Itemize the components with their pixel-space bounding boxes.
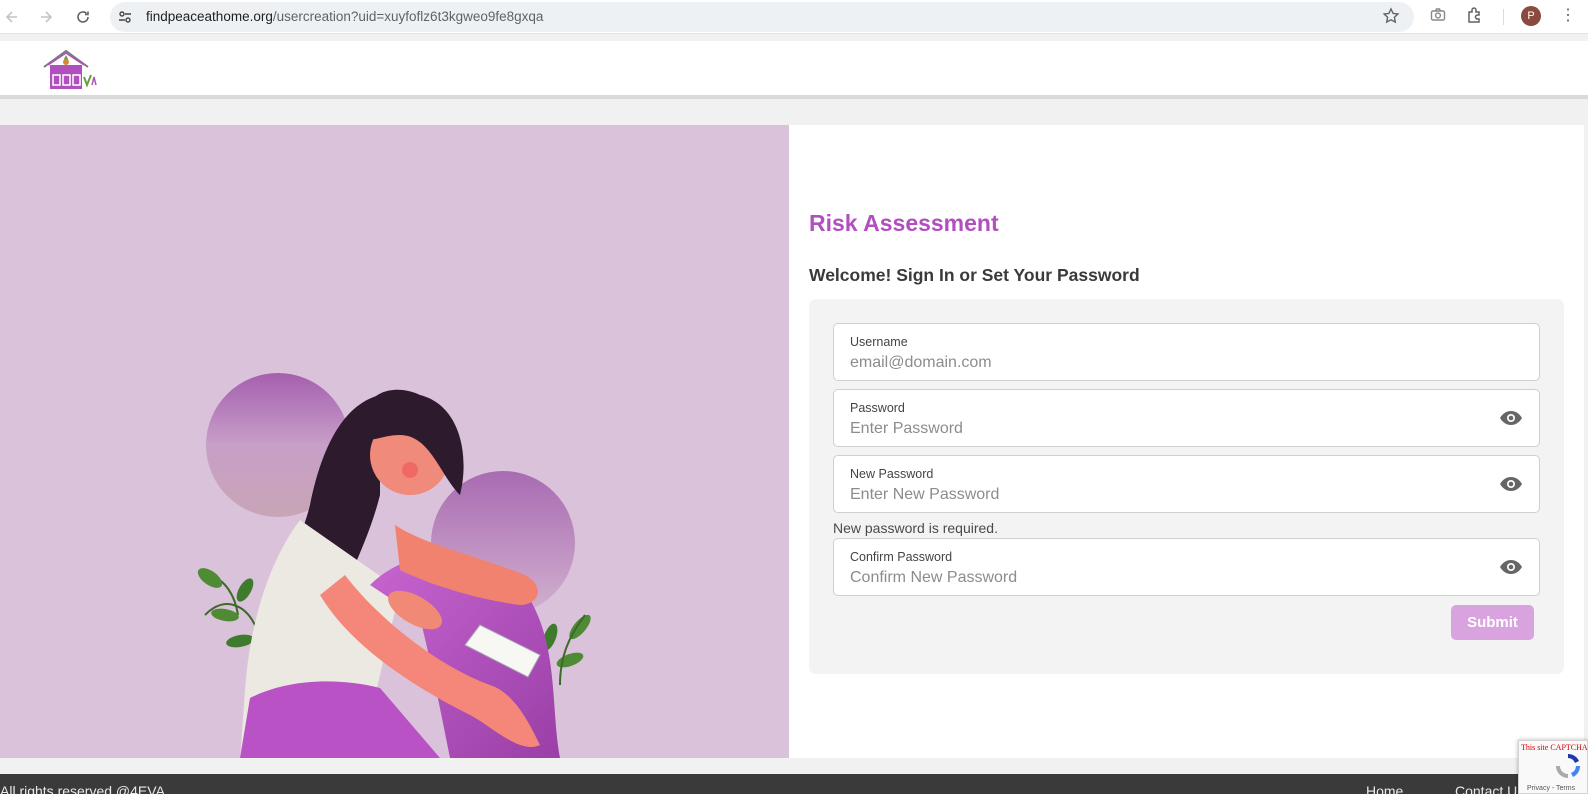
password-label: Password: [850, 401, 905, 415]
address-bar[interactable]: findpeaceathome.org/usercreation?uid=xuy…: [110, 2, 1414, 32]
extensions-icon[interactable]: [1466, 6, 1484, 29]
sign-in-panel: Risk Assessment Welcome! Sign In or Set …: [789, 125, 1584, 758]
footer-link-home[interactable]: Home: [1366, 783, 1403, 794]
password-form: Username Password New Password New passw…: [809, 299, 1564, 674]
logo[interactable]: [42, 49, 98, 91]
url-domain: findpeaceathome.org: [146, 9, 273, 24]
footer: [0, 774, 1588, 794]
confirm-password-label: Confirm Password: [850, 550, 953, 564]
password-input[interactable]: [850, 418, 1470, 440]
camera-icon[interactable]: [1430, 7, 1446, 28]
new-password-label: New Password: [850, 467, 934, 481]
hero-illustration-panel: [0, 125, 789, 758]
toolbar-divider: [1503, 9, 1504, 25]
kebab-menu-icon[interactable]: ⋮: [1560, 6, 1576, 26]
submit-button[interactable]: Submit: [1451, 605, 1534, 640]
username-label: Username: [850, 335, 908, 349]
username-field[interactable]: Username: [833, 323, 1540, 381]
footer-copyright: All rights reserved @4EVA: [0, 783, 165, 794]
new-password-error: New password is required.: [833, 520, 998, 536]
username-input[interactable]: [850, 352, 1470, 374]
password-field[interactable]: Password: [833, 389, 1540, 447]
forward-arrow-icon[interactable]: [34, 5, 58, 29]
site-header: [0, 41, 1588, 99]
footer-link-contact[interactable]: Contact Us: [1455, 783, 1524, 794]
browser-toolbar: findpeaceathome.org/usercreation?uid=xuy…: [0, 0, 1588, 34]
confirm-password-field[interactable]: Confirm Password: [833, 538, 1540, 596]
page-title: Risk Assessment: [809, 210, 999, 236]
bookmark-star-icon[interactable]: [1382, 7, 1400, 30]
recaptcha-links[interactable]: Privacy - Terms: [1527, 785, 1575, 792]
eye-icon[interactable]: [1499, 409, 1523, 427]
url-text: findpeaceathome.org/usercreation?uid=xuy…: [146, 9, 543, 24]
recaptcha-icon: [1556, 753, 1581, 778]
page-subtitle: Welcome! Sign In or Set Your Password: [809, 265, 1140, 285]
sitting-woman-illustration: [197, 373, 591, 758]
eye-icon[interactable]: [1499, 558, 1523, 576]
reload-icon[interactable]: [71, 5, 95, 29]
confirm-password-input[interactable]: [850, 567, 1470, 589]
back-arrow-icon[interactable]: [0, 5, 24, 29]
recaptcha-badge[interactable]: This site CAPTCHA site you a Privacy - T…: [1518, 740, 1588, 794]
new-password-field[interactable]: New Password: [833, 455, 1540, 513]
site-info-icon[interactable]: [116, 8, 134, 26]
profile-avatar[interactable]: P: [1521, 6, 1541, 26]
new-password-input[interactable]: [850, 484, 1470, 506]
eye-icon[interactable]: [1499, 475, 1523, 493]
url-path: /usercreation?uid=xuyfoflz6t3kgweo9fe8gx…: [272, 9, 544, 24]
